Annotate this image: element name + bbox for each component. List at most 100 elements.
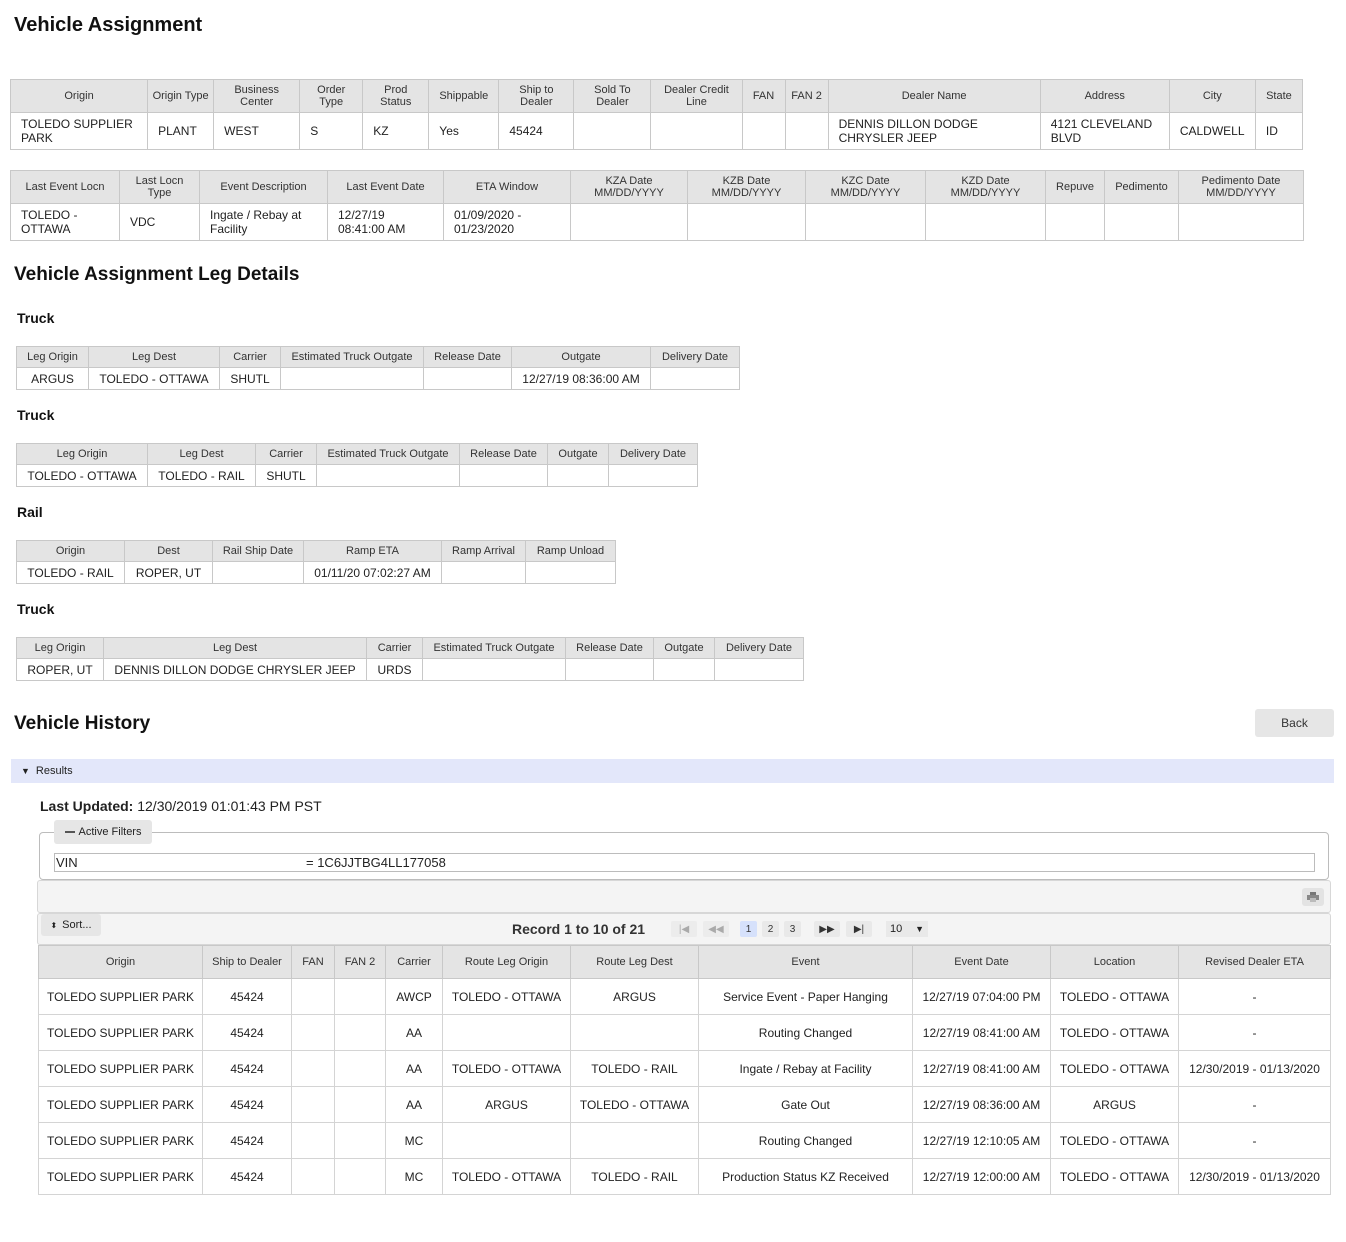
column-header-event-date: Event Date [912,945,1051,979]
table-cell: URDS [366,658,423,681]
table-cell: ARGUS [570,978,699,1015]
column-header-fan: FAN [291,945,335,979]
column-header-pedimento-date-mm-dd-yyyy: Pedimento Date MM/DD/YYYY [1178,170,1304,204]
page-3-button[interactable]: 3 [784,921,801,937]
table-cell [334,1050,386,1087]
table-cell: - [1178,1014,1331,1051]
column-header-origin: Origin [16,540,125,562]
table-cell: TOLEDO SUPPLIER PARK [38,1122,203,1159]
table-cell: TOLEDO - OTTAWA [442,1158,571,1195]
column-header-state: State [1254,79,1304,113]
column-header-ramp-unload: Ramp Unload [525,540,616,562]
table-cell: ARGUS [442,1086,571,1123]
page-size-select[interactable]: 10 ▼ [886,921,928,937]
column-header-prod-status: Prod Status [362,79,430,113]
column-header-dest: Dest [124,540,213,562]
table-cell: AA [385,1014,443,1051]
table-cell [316,464,460,487]
active-filters-toggle[interactable]: Active Filters [54,820,152,844]
leg-header-row: Leg Origin Leg Dest Carrier Estimated Truck… [16,637,804,659]
column-header-origin: Origin [9,79,149,113]
table-cell: 12/27/19 07:04:00 PM [912,978,1051,1015]
table-cell: TOLEDO - OTTAWA [1050,1122,1179,1159]
table-cell: TOLEDO - RAIL [16,561,125,584]
leg-details-title: Vehicle Assignment Leg Details [14,264,300,285]
table-row[interactable]: TOLEDO SUPPLIER PARK 45424 MC Routing Chang… [38,1122,1331,1159]
column-header-leg-dest: Leg Dest [88,346,220,368]
sort-label: Sort... [62,919,92,931]
table-cell: - [1178,1122,1331,1159]
table-row[interactable]: TOLEDO SUPPLIER PARK 45424 AA Routing Chang… [38,1014,1331,1051]
table-cell [547,464,609,487]
column-header-ramp-eta: Ramp ETA [303,540,442,562]
table-cell: TOLEDO SUPPLIER PARK [38,1014,203,1051]
table-row[interactable]: TOLEDO SUPPLIER PARK 45424 AA ARGUS TOLEDO -… [38,1086,1331,1123]
table-cell [334,978,386,1015]
table-cell: Gate Out [698,1086,913,1123]
column-header-business-center: Business Center [213,79,301,113]
back-button[interactable]: Back [1255,709,1334,737]
table-cell: TOLEDO - OTTAWA [1050,978,1179,1015]
leg-data-row: TOLEDO - RAIL ROPER, UT 01/11/20 07:02:27 … [16,561,616,584]
table-cell [570,1014,699,1051]
table-row[interactable]: TOLEDO SUPPLIER PARK 45424 MC TOLEDO - OTTA… [38,1158,1331,1195]
table-cell: 45424 [202,1014,292,1051]
column-header-estimated-truck-outgate: Estimated Truck Outgate [280,346,424,368]
table-cell [741,112,786,150]
column-header-order-type: Order Type [299,79,364,113]
column-header-carrier: Carrier [219,346,281,368]
column-header-dealer-credit-line: Dealer Credit Line [650,79,743,113]
table-cell: TOLEDO - RAIL [147,464,256,487]
table-cell: VDC [119,203,200,241]
page-1-button[interactable]: 1 [740,921,757,937]
column-header-ramp-arrival: Ramp Arrival [441,540,526,562]
table-cell: PLANT [147,112,215,150]
table-cell [565,658,654,681]
first-page-button[interactable]: |◀ [671,921,697,937]
sort-button[interactable]: ⬍ Sort... [41,914,101,936]
table-cell: Routing Changed [698,1014,913,1051]
table-cell [334,1086,386,1123]
sort-icon: ⬍ [50,920,58,930]
last-page-button[interactable]: ▶| [846,921,872,937]
results-toggle[interactable]: ▼ Results [11,759,1334,783]
table-cell: 12/27/19 12:00:00 AM [912,1158,1051,1195]
next-page-button[interactable]: ▶▶ [814,921,840,937]
table-cell: AWCP [385,978,443,1015]
table-cell: 12/27/19 08:41:00 AM [912,1050,1051,1087]
leg-label-rail: Rail [17,504,43,520]
table-cell: ROPER, UT [124,561,213,584]
table-cell [291,1014,335,1051]
column-header-kzc-date-mm-dd-yyyy: KZC Date MM/DD/YYYY [805,170,926,204]
last-updated-label: Last Updated: [40,798,134,814]
minus-icon [64,831,75,833]
table-cell [650,367,740,390]
table-cell: TOLEDO - OTTAWA [1050,1158,1179,1195]
table-cell [1178,203,1304,241]
prev-page-button[interactable]: ◀◀ [703,921,729,937]
table-cell: 12/27/19 12:10:05 AM [912,1122,1051,1159]
table-cell [784,112,829,150]
table-cell [291,1122,335,1159]
column-header-kzb-date-mm-dd-yyyy: KZB Date MM/DD/YYYY [687,170,806,204]
column-header-rail-ship-date: Rail Ship Date [212,540,304,562]
leg-table-truck-3: Leg Origin Leg Dest Carrier Estimated Truck… [16,637,804,681]
table-cell [334,1014,386,1051]
table-cell [280,367,424,390]
print-button[interactable] [1302,888,1324,906]
table-cell: CALDWELL [1168,112,1256,150]
column-header-leg-origin: Leg Origin [16,637,104,659]
table-row[interactable]: TOLEDO SUPPLIER PARK 45424 AA TOLEDO - OTTA… [38,1050,1331,1087]
table-cell: 4121 CLEVELAND BLVD [1039,112,1170,150]
table-cell [291,978,335,1015]
table-row[interactable]: TOLEDO SUPPLIER PARK 45424 AWCP TOLEDO - OT… [38,978,1331,1015]
table-cell [925,203,1046,241]
page-2-button[interactable]: 2 [762,921,779,937]
table-cell: TOLEDO - OTTAWA [10,203,120,241]
pagination-bar: ⬍ Sort... Record 1 to 10 of 21 |◀ ◀◀ 1 2… [37,913,1331,945]
table-cell [334,1158,386,1195]
printer-icon [1307,892,1319,902]
table-cell: 12/30/2019 - 01/13/2020 [1178,1050,1331,1087]
table-cell [687,203,806,241]
table-cell [650,112,743,150]
